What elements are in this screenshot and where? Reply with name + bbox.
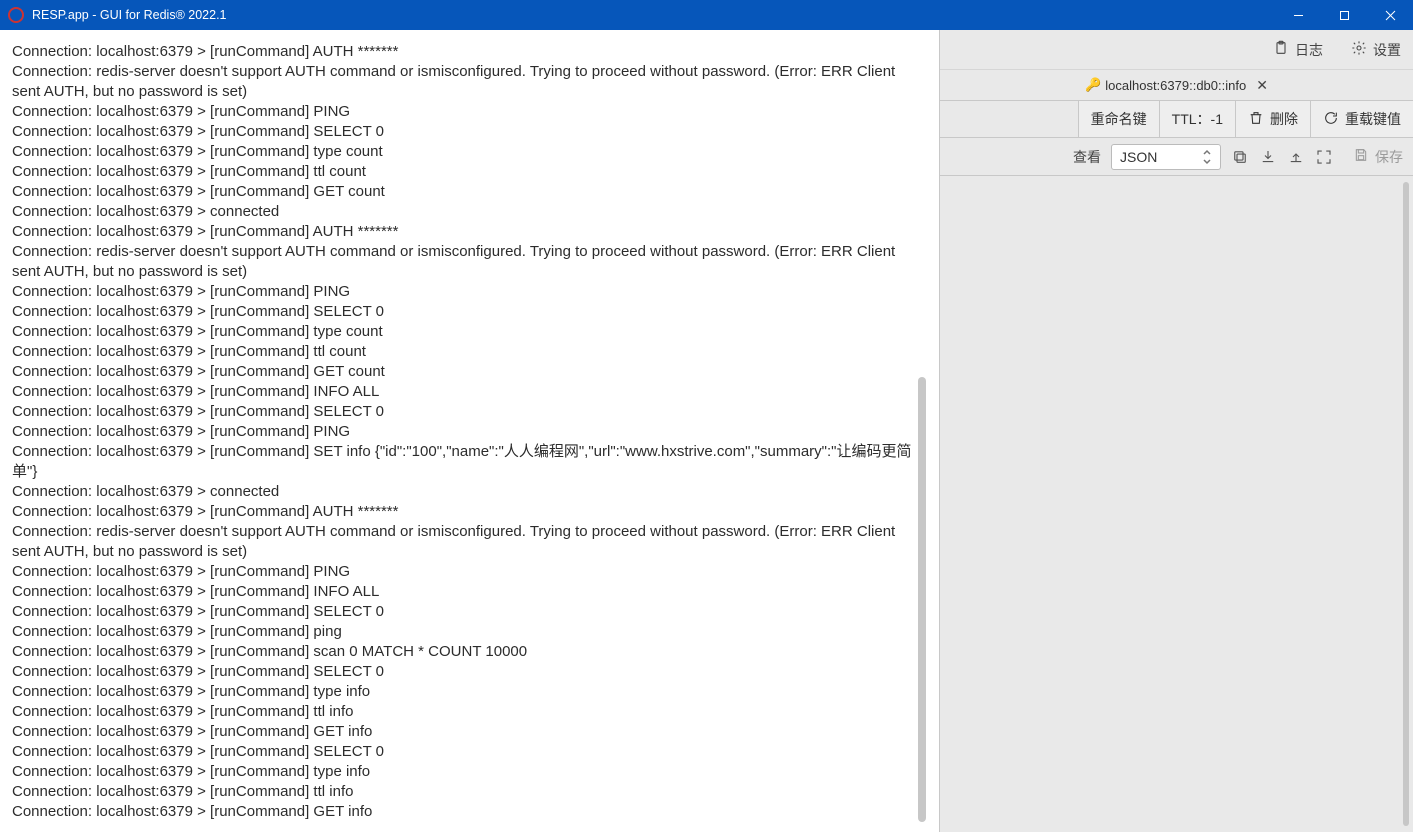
log-line: Connection: localhost:6379 > [runCommand… — [12, 682, 920, 702]
log-line: Connection: localhost:6379 > [runCommand… — [12, 42, 920, 62]
log-line: Connection: localhost:6379 > [runCommand… — [12, 762, 920, 782]
save-icon — [1353, 147, 1369, 166]
log-line: Connection: redis-server doesn't support… — [12, 522, 920, 562]
log-scrollbar[interactable] — [918, 377, 926, 822]
log-line: Connection: localhost:6379 > [runCommand… — [12, 722, 920, 742]
log-line: Connection: localhost:6379 > [runCommand… — [12, 222, 920, 242]
log-link[interactable]: 日志 — [1273, 40, 1323, 60]
rename-label: 重命名键 — [1091, 109, 1147, 129]
log-line: Connection: localhost:6379 > [runCommand… — [12, 742, 920, 762]
clipboard-icon — [1273, 40, 1289, 59]
window-title: RESP.app - GUI for Redis® 2022.1 — [32, 8, 227, 22]
reload-label: 重载键值 — [1345, 109, 1401, 129]
settings-link[interactable]: 设置 — [1351, 40, 1401, 60]
reload-value-button[interactable]: 重载键值 — [1311, 101, 1413, 137]
tab-label: localhost:6379::db0::info — [1105, 78, 1246, 93]
log-lines[interactable]: Connection: localhost:6379 > [runCommand… — [4, 34, 930, 828]
log-line: Connection: localhost:6379 > [runCommand… — [12, 302, 920, 322]
format-select[interactable]: JSON — [1111, 144, 1221, 170]
ttl-button[interactable]: TTL：-1 — [1160, 101, 1236, 137]
log-panel: Connection: localhost:6379 > [runCommand… — [4, 34, 930, 828]
log-line: Connection: localhost:6379 > [runCommand… — [12, 802, 920, 822]
window-controls — [1275, 0, 1413, 30]
fullscreen-icon[interactable] — [1315, 148, 1333, 166]
log-line: Connection: localhost:6379 > [runCommand… — [12, 782, 920, 802]
close-button[interactable] — [1367, 0, 1413, 30]
log-link-label: 日志 — [1295, 40, 1323, 60]
log-line: Connection: redis-server doesn't support… — [12, 62, 920, 102]
settings-link-label: 设置 — [1373, 40, 1401, 60]
key-icon: 🔑 — [1085, 77, 1101, 93]
minimize-button[interactable] — [1275, 0, 1321, 30]
header-links: 日志 设置 — [940, 30, 1413, 70]
log-line: Connection: localhost:6379 > [runCommand… — [12, 602, 920, 622]
log-line: Connection: localhost:6379 > [runCommand… — [12, 422, 920, 442]
download-icon[interactable] — [1259, 148, 1277, 166]
log-line: Connection: localhost:6379 > [runCommand… — [12, 502, 920, 522]
log-line: Connection: localhost:6379 > [runCommand… — [12, 622, 920, 642]
log-line: Connection: localhost:6379 > [runCommand… — [12, 662, 920, 682]
log-line: Connection: localhost:6379 > [runCommand… — [12, 102, 920, 122]
log-line: Connection: localhost:6379 > [runCommand… — [12, 362, 920, 382]
ttl-label: TTL：-1 — [1172, 109, 1223, 129]
log-line: Connection: localhost:6379 > [runCommand… — [12, 142, 920, 162]
log-line: Connection: localhost:6379 > [runCommand… — [12, 122, 920, 142]
right-panel: 日志 设置 🔑 localhost:6379::db0::info ✕ 重命名键 — [939, 30, 1413, 832]
tab-key-info[interactable]: 🔑 localhost:6379::db0::info ✕ — [1085, 77, 1268, 94]
tab-close-icon[interactable]: ✕ — [1256, 77, 1268, 94]
log-line: Connection: localhost:6379 > [runCommand… — [12, 342, 920, 362]
content-scrollbar[interactable] — [1403, 182, 1409, 826]
log-line: Connection: redis-server doesn't support… — [12, 242, 920, 282]
log-line: Connection: localhost:6379 > [runCommand… — [12, 562, 920, 582]
save-button[interactable]: 保存 — [1353, 147, 1403, 167]
log-line: Connection: localhost:6379 > [runCommand… — [12, 702, 920, 722]
log-line: Connection: localhost:6379 > [runCommand… — [12, 382, 920, 402]
log-line: Connection: localhost:6379 > connected — [12, 482, 920, 502]
reload-icon — [1323, 110, 1339, 129]
value-content-area[interactable] — [940, 176, 1413, 832]
log-line: Connection: localhost:6379 > [runCommand… — [12, 282, 920, 302]
log-line: Connection: localhost:6379 > [runCommand… — [12, 322, 920, 342]
chevron-updown-icon — [1200, 148, 1214, 166]
rename-key-button[interactable]: 重命名键 — [1079, 101, 1160, 137]
log-line: Connection: localhost:6379 > [runCommand… — [12, 442, 920, 482]
titlebar: RESP.app - GUI for Redis® 2022.1 — [0, 0, 1413, 30]
trash-icon — [1248, 110, 1264, 129]
log-line: Connection: localhost:6379 > [runCommand… — [12, 182, 920, 202]
key-action-row: 重命名键 TTL：-1 删除 重载键值 — [940, 100, 1413, 138]
key-name-field[interactable] — [940, 101, 1079, 137]
log-line: Connection: localhost:6379 > [runCommand… — [12, 582, 920, 602]
log-line: Connection: localhost:6379 > [runCommand… — [12, 402, 920, 422]
view-row: 查看 JSON 保存 — [940, 138, 1413, 176]
log-line: Connection: localhost:6379 > [runCommand… — [12, 642, 920, 662]
format-value: JSON — [1120, 149, 1157, 165]
log-line: Connection: localhost:6379 > connected — [12, 202, 920, 222]
app-icon — [8, 7, 24, 23]
maximize-button[interactable] — [1321, 0, 1367, 30]
view-tool-icons — [1231, 148, 1333, 166]
view-label: 查看 — [1073, 147, 1101, 167]
copy-icon[interactable] — [1231, 148, 1249, 166]
save-label: 保存 — [1375, 147, 1403, 167]
delete-label: 删除 — [1270, 109, 1298, 129]
log-line: Connection: localhost:6379 > [runCommand… — [12, 162, 920, 182]
delete-key-button[interactable]: 删除 — [1236, 101, 1311, 137]
gear-icon — [1351, 40, 1367, 59]
tab-row: 🔑 localhost:6379::db0::info ✕ — [940, 70, 1413, 100]
upload-icon[interactable] — [1287, 148, 1305, 166]
